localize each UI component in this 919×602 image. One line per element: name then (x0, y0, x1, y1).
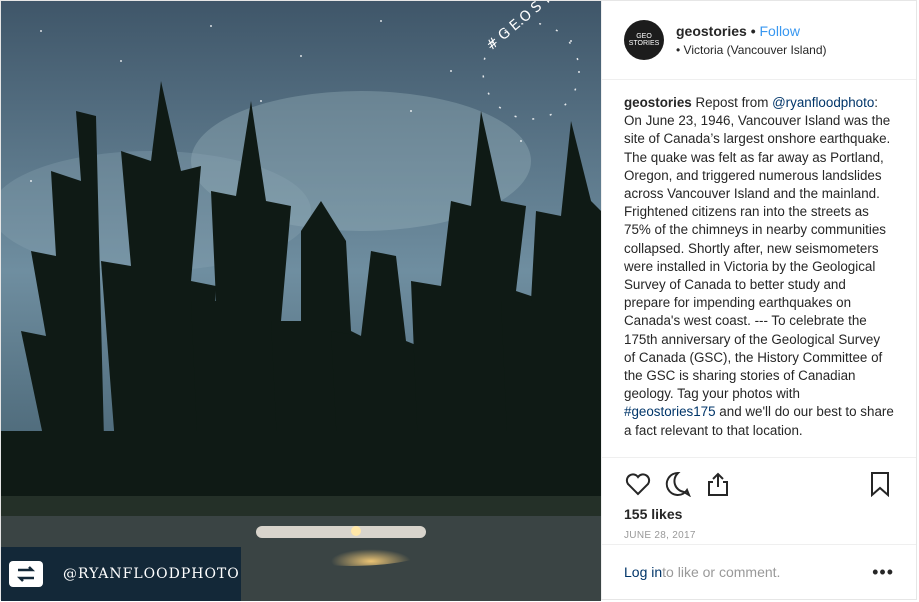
instagram-post: #GEOSTORIES @RYANFLOODPHOTO GEO STORIES … (0, 0, 917, 601)
location-link[interactable]: • Victoria (Vancouver Island) (676, 43, 827, 57)
avatar-text-bottom: STORIES (628, 40, 660, 47)
caption-body: : On June 23, 1946, Vancouver Island was… (624, 95, 891, 402)
bookmark-icon[interactable] (866, 470, 894, 498)
repost-icon (9, 561, 43, 587)
mention-link[interactable]: @ryanfloodphoto (772, 95, 874, 110)
likes-count[interactable]: 155 likes (602, 502, 916, 522)
username-link[interactable]: geostories (676, 23, 747, 39)
share-icon[interactable] (704, 470, 732, 498)
hashtag-link[interactable]: #geostories175 (624, 404, 716, 419)
separator-dot: • (750, 23, 756, 39)
avatar[interactable]: GEO STORIES (624, 20, 664, 60)
post-sidebar: GEO STORIES geostories • Follow • Victor… (601, 1, 916, 599)
action-bar (602, 458, 916, 502)
caption-username[interactable]: geostories (624, 95, 692, 110)
more-options-icon[interactable]: ••• (872, 562, 894, 583)
photo-credit-banner: @RYANFLOODPHOTO (1, 547, 241, 601)
post-footer: Log in to like or comment. ••• (602, 544, 916, 599)
comment-icon[interactable] (664, 470, 692, 498)
avatar-text-top: GEO (636, 33, 652, 40)
heart-icon[interactable] (624, 470, 652, 498)
photo-credit-handle: @RYANFLOODPHOTO (63, 566, 240, 582)
post-photo[interactable]: #GEOSTORIES @RYANFLOODPHOTO (1, 1, 601, 601)
night-forest-image: #GEOSTORIES (1, 1, 601, 601)
post-header: GEO STORIES geostories • Follow • Victor… (602, 1, 916, 80)
post-date: JUNE 28, 2017 (624, 530, 696, 541)
login-link[interactable]: Log in (624, 564, 662, 580)
login-prompt: to like or comment. (662, 564, 781, 580)
caption-intro: Repost from (691, 95, 773, 110)
post-caption: geostories Repost from @ryanfloodphoto: … (602, 80, 916, 458)
follow-button[interactable]: Follow (760, 23, 800, 39)
